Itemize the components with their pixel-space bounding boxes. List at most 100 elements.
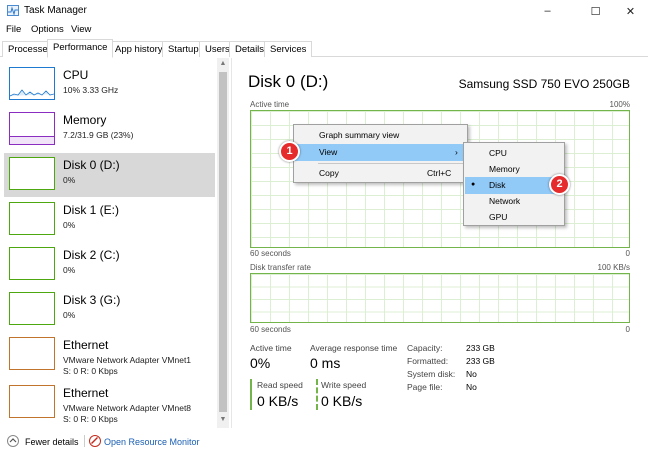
sidebar-label: CPU	[63, 68, 89, 82]
sidebar-sub: VMware Network Adapter VMnet1	[63, 355, 192, 365]
sidebar-sub: 0%	[63, 220, 76, 230]
sidebar-sub: 7.2/31.9 GB (23%)	[63, 130, 134, 140]
tab-services[interactable]: Services	[264, 41, 313, 57]
graph1-label: Active time	[250, 100, 290, 109]
maximize-button[interactable]: ☐	[578, 0, 613, 22]
avg-response-value: 0 ms	[310, 355, 341, 371]
disk-3-thumbnail-graph	[9, 292, 55, 325]
write-speed-indicator	[316, 379, 318, 410]
ethernet-thumbnail-graph	[9, 337, 55, 370]
submenu-item-cpu[interactable]: CPU	[465, 145, 563, 162]
radio-check-icon: ●	[471, 181, 476, 188]
write-speed-label: Write speed	[321, 380, 367, 390]
sidebar-item-disk-0[interactable]: Disk 0 (D:) 0%	[4, 153, 215, 197]
graph1-time: 60 seconds	[250, 249, 291, 258]
status-bar: Fewer details Open Resource Monitor	[0, 430, 648, 454]
minimize-button[interactable]: –	[530, 0, 565, 22]
sidebar-item-cpu[interactable]: CPU 10% 3.33 GHz	[4, 63, 215, 107]
sidebar-sub: 0%	[63, 175, 76, 185]
menu-item-graph-summary-view[interactable]: Graph summary view	[295, 127, 466, 144]
tab-performance[interactable]: Performance	[47, 39, 114, 58]
menu-item-label: Graph summary view	[319, 130, 400, 140]
sidebar-label: Disk 1 (E:)	[63, 203, 120, 217]
active-time-label: Active time	[250, 343, 292, 353]
submenu-item-network[interactable]: Network	[465, 193, 563, 210]
menu-item-label: Memory	[489, 164, 520, 174]
sidebar-sub-throughput: S: 0 R: 0 Kbps	[63, 366, 118, 376]
open-resource-monitor-link[interactable]: Open Resource Monitor	[104, 437, 200, 447]
system-disk-value: No	[466, 369, 477, 379]
sidebar-item-disk-1[interactable]: Disk 1 (E:) 0%	[4, 198, 215, 242]
read-speed-value: 0 KB/s	[257, 393, 299, 409]
graph2-label: Disk transfer rate	[250, 263, 311, 272]
scroll-up-arrow-icon[interactable]: ▲	[217, 58, 229, 70]
menu-view[interactable]: View	[71, 24, 91, 35]
sidebar-item-disk-3[interactable]: Disk 3 (G:) 0%	[4, 288, 215, 332]
capacity-value: 233 GB	[466, 343, 495, 353]
submenu-arrow-icon: ›	[455, 147, 458, 157]
menu-item-view[interactable]: View ›	[295, 144, 466, 161]
sidebar-scrollbar[interactable]: ▲ ▼	[217, 58, 229, 428]
submenu-item-memory[interactable]: Memory	[465, 161, 563, 178]
close-button[interactable]: ✕	[613, 0, 648, 22]
sidebar-item-ethernet-vmnet1[interactable]: Ethernet VMware Network Adapter VMnet1 S…	[4, 333, 215, 377]
graph2-min: 0	[625, 325, 630, 334]
menu-item-label: Network	[489, 196, 521, 206]
sidebar-label: Disk 2 (C:)	[63, 248, 120, 262]
menu-file[interactable]: File	[6, 24, 21, 35]
resource-monitor-icon[interactable]	[89, 435, 101, 447]
menu-separator	[318, 163, 463, 164]
read-speed-label: Read speed	[257, 380, 303, 390]
title-bar: Task Manager – ☐ ✕	[0, 0, 648, 22]
disk-0-thumbnail-graph	[9, 157, 55, 190]
tab-bar: Processes Performance App history Startu…	[0, 38, 648, 58]
sidebar-item-ethernet-vmnet8[interactable]: Ethernet VMware Network Adapter VMnet8 S…	[4, 381, 215, 425]
graph-context-menu: Graph summary view View › Copy Ctrl+C	[293, 124, 468, 183]
submenu-item-gpu[interactable]: GPU	[465, 209, 563, 226]
sidebar-item-memory[interactable]: Memory 7.2/31.9 GB (23%)	[4, 108, 215, 152]
disk-2-thumbnail-graph	[9, 247, 55, 280]
sidebar-label: Memory	[63, 113, 107, 127]
fewer-details-link[interactable]: Fewer details	[25, 437, 79, 447]
sidebar-sub: 0%	[63, 265, 76, 275]
page-file-label: Page file:	[407, 382, 443, 392]
graph2-time: 60 seconds	[250, 325, 291, 334]
menu-item-label: Copy	[319, 168, 339, 178]
active-time-value: 0%	[250, 355, 271, 371]
divider	[84, 435, 85, 447]
sidebar-item-disk-2[interactable]: Disk 2 (C:) 0%	[4, 243, 215, 287]
callout-badge-2: 2	[549, 174, 570, 195]
menu-item-copy[interactable]: Copy Ctrl+C	[295, 165, 466, 182]
menu-item-shortcut: Ctrl+C	[427, 168, 452, 178]
graph1-min: 0	[625, 249, 630, 258]
menu-item-label: Disk	[489, 180, 506, 190]
sidebar-label: Disk 0 (D:)	[63, 158, 120, 172]
sidebar-label: Disk 3 (G:)	[63, 293, 121, 307]
menu-item-label: GPU	[489, 212, 508, 222]
disk-detail-pane: Disk 0 (D:) Samsung SSD 750 EVO 250GB Ac…	[244, 58, 640, 428]
scroll-thumb[interactable]	[219, 72, 227, 412]
sidebar-sub: VMware Network Adapter VMnet8	[63, 403, 192, 413]
memory-thumbnail-graph	[9, 112, 55, 145]
avg-response-label: Average response time	[310, 343, 398, 353]
capacity-label: Capacity:	[407, 343, 443, 353]
disk-1-thumbnail-graph	[9, 202, 55, 235]
tab-app-history[interactable]: App history	[109, 41, 169, 57]
disk-title: Disk 0 (D:)	[248, 72, 329, 91]
sidebar-label: Ethernet	[63, 338, 109, 352]
scroll-down-arrow-icon[interactable]: ▼	[217, 414, 229, 426]
transfer-rate-graph[interactable]	[250, 273, 630, 323]
chevron-up-icon[interactable]	[7, 435, 19, 447]
page-file-value: No	[466, 382, 477, 392]
window-title: Task Manager	[24, 5, 87, 16]
menu-item-label: CPU	[489, 148, 507, 158]
menu-item-label: View	[319, 147, 338, 157]
sidebar-sub-throughput: S: 0 R: 0 Kbps	[63, 414, 118, 424]
graph2-max: 100 KB/s	[597, 263, 630, 272]
task-manager-icon	[7, 5, 19, 16]
sidebar-label: Ethernet	[63, 386, 109, 400]
read-speed-indicator	[250, 379, 252, 410]
sidebar-sub: 0%	[63, 310, 76, 320]
write-speed-value: 0 KB/s	[321, 393, 363, 409]
menu-options[interactable]: Options	[31, 24, 64, 35]
